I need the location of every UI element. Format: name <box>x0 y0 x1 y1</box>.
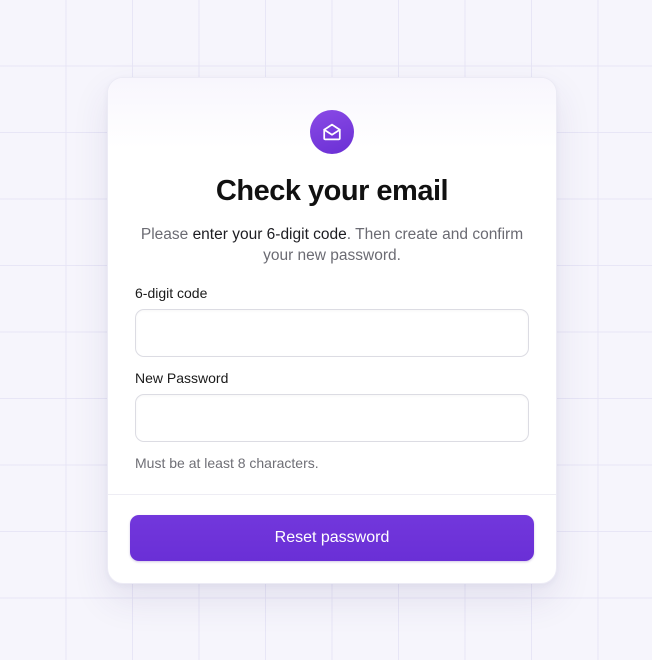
new-password-input[interactable] <box>135 394 529 442</box>
reset-password-card: Check your email Please enter your 6-dig… <box>107 77 557 584</box>
password-hint: Must be at least 8 characters. <box>135 455 319 471</box>
password-field-label: New Password <box>135 370 229 386</box>
reset-password-button[interactable]: Reset password <box>130 515 534 561</box>
card-divider <box>108 494 556 495</box>
instructions-text: Please enter your 6-digit code. Then cre… <box>138 224 526 266</box>
code-field-label: 6-digit code <box>135 285 208 301</box>
instructions-text-emphasis: enter your 6-digit code <box>192 226 347 243</box>
mail-open-icon <box>310 110 354 154</box>
code-input[interactable] <box>135 309 529 357</box>
page-title: Check your email <box>215 175 449 207</box>
instructions-text-start: Please <box>140 226 193 243</box>
